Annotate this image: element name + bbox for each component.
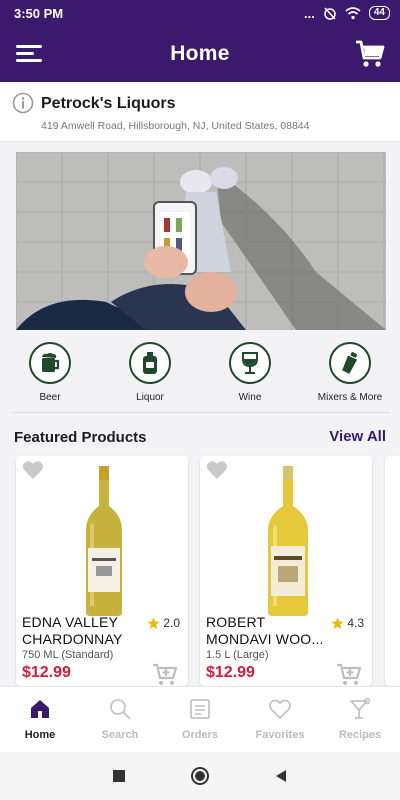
category-circle bbox=[129, 342, 171, 384]
home-screen: 3:50 PM ... 44 Home Petrock's Liquors 41… bbox=[0, 0, 400, 800]
status-icons: ... 44 bbox=[304, 6, 390, 21]
hero-banner[interactable] bbox=[16, 152, 386, 330]
heart-icon[interactable] bbox=[206, 460, 228, 480]
cart-icon[interactable] bbox=[354, 38, 386, 70]
orders-icon bbox=[190, 699, 210, 719]
product-price: $12.99 bbox=[206, 664, 255, 681]
product-card[interactable]: ROBERT MONDAVI WOO... 4.3 1.5 L (Large) … bbox=[200, 456, 372, 686]
category-beer[interactable]: Beer bbox=[0, 342, 100, 410]
category-mixers[interactable]: Mixers & More bbox=[300, 342, 400, 410]
status-bar: 3:50 PM ... 44 bbox=[0, 0, 400, 26]
nav-label: Recipes bbox=[338, 729, 382, 741]
alarm-off-icon bbox=[324, 7, 336, 20]
divider bbox=[12, 412, 390, 413]
category-circle bbox=[229, 342, 271, 384]
back-icon[interactable] bbox=[274, 769, 288, 783]
hero-image bbox=[16, 152, 386, 330]
wifi-icon bbox=[345, 6, 361, 19]
search-icon bbox=[110, 699, 131, 720]
menu-icon-line bbox=[16, 52, 34, 55]
nav-search[interactable]: Search bbox=[80, 687, 160, 752]
product-name-line: MONDAVI WOO... bbox=[206, 631, 324, 647]
category-label: Wine bbox=[238, 392, 262, 403]
category-label: Mixers & More bbox=[317, 392, 383, 403]
page-title: Home bbox=[170, 42, 230, 65]
nav-home[interactable]: Home bbox=[0, 687, 80, 752]
rating-value: 4.3 bbox=[347, 616, 364, 630]
product-size: 750 ML (Standard) bbox=[22, 649, 114, 661]
add-to-cart-icon[interactable] bbox=[152, 662, 178, 686]
product-rating: 4.3 bbox=[331, 616, 364, 630]
nav-label: Favorites bbox=[255, 729, 305, 741]
battery-indicator: 44 bbox=[368, 6, 390, 20]
menu-icon-line bbox=[16, 45, 42, 48]
nav-label: Home bbox=[24, 729, 56, 741]
rating-value: 2.0 bbox=[163, 616, 180, 630]
store-info[interactable]: Petrock's Liquors 419 Amwell Road, Hills… bbox=[0, 82, 400, 142]
info-icon bbox=[12, 92, 34, 114]
product-size: 1.5 L (Large) bbox=[206, 649, 269, 661]
product-image bbox=[268, 466, 308, 616]
category-label: Beer bbox=[39, 392, 61, 403]
category-wine[interactable]: Wine bbox=[200, 342, 300, 410]
category-circle bbox=[29, 342, 71, 384]
category-label: Liquor bbox=[136, 392, 164, 403]
product-rating: 2.0 bbox=[147, 616, 180, 630]
product-name-line: ROBERT bbox=[206, 614, 266, 630]
product-card[interactable]: EDNA VALLEY CHARDONNAY 2.0 750 ML (Stand… bbox=[16, 456, 188, 686]
nav-label: Search bbox=[101, 729, 139, 741]
product-name-line: EDNA VALLEY bbox=[22, 614, 119, 630]
menu-button[interactable] bbox=[14, 40, 46, 68]
category-circle bbox=[329, 342, 371, 384]
nav-label: Orders bbox=[181, 729, 219, 741]
store-name: Petrock's Liquors bbox=[41, 95, 176, 112]
product-name-line: CHARDONNAY bbox=[22, 631, 123, 647]
product-name: EDNA VALLEY CHARDONNAY bbox=[22, 614, 150, 648]
system-navigation-bar bbox=[0, 752, 400, 800]
view-all-link[interactable]: View All bbox=[329, 428, 386, 445]
product-image bbox=[86, 466, 122, 616]
liquor-bottle-icon bbox=[143, 352, 157, 374]
heart-outline-icon bbox=[268, 699, 292, 720]
nav-recipes[interactable]: Recipes bbox=[320, 687, 400, 752]
product-card-partial[interactable] bbox=[385, 456, 400, 686]
nav-favorites[interactable]: Favorites bbox=[240, 687, 320, 752]
cocktail-icon bbox=[350, 697, 371, 719]
menu-icon-line bbox=[16, 59, 42, 62]
notification-dots: ... bbox=[304, 5, 315, 21]
app-bar: Home bbox=[0, 26, 400, 82]
star-icon bbox=[331, 617, 344, 629]
add-to-cart-icon[interactable] bbox=[336, 662, 362, 686]
home-system-icon[interactable] bbox=[190, 766, 210, 786]
category-row: Beer Liquor Wine Mixers & More bbox=[0, 342, 400, 410]
status-time: 3:50 PM bbox=[14, 5, 64, 21]
featured-products-title: Featured Products bbox=[14, 429, 147, 446]
recent-apps-icon[interactable] bbox=[112, 769, 126, 783]
nav-orders[interactable]: Orders bbox=[160, 687, 240, 752]
home-icon bbox=[31, 700, 49, 718]
wine-glass-icon bbox=[242, 352, 258, 374]
product-name: ROBERT MONDAVI WOO... bbox=[206, 614, 334, 648]
category-liquor[interactable]: Liquor bbox=[100, 342, 200, 410]
heart-icon[interactable] bbox=[22, 460, 44, 480]
star-icon bbox=[147, 617, 160, 629]
store-address: 419 Amwell Road, Hillsborough, NJ, Unite… bbox=[41, 120, 310, 132]
beer-mug-icon bbox=[42, 353, 60, 372]
bottom-navigation: Home Search Orders Favorites Recipes bbox=[0, 686, 400, 752]
product-price: $12.99 bbox=[22, 664, 71, 681]
shaker-icon bbox=[342, 352, 358, 374]
